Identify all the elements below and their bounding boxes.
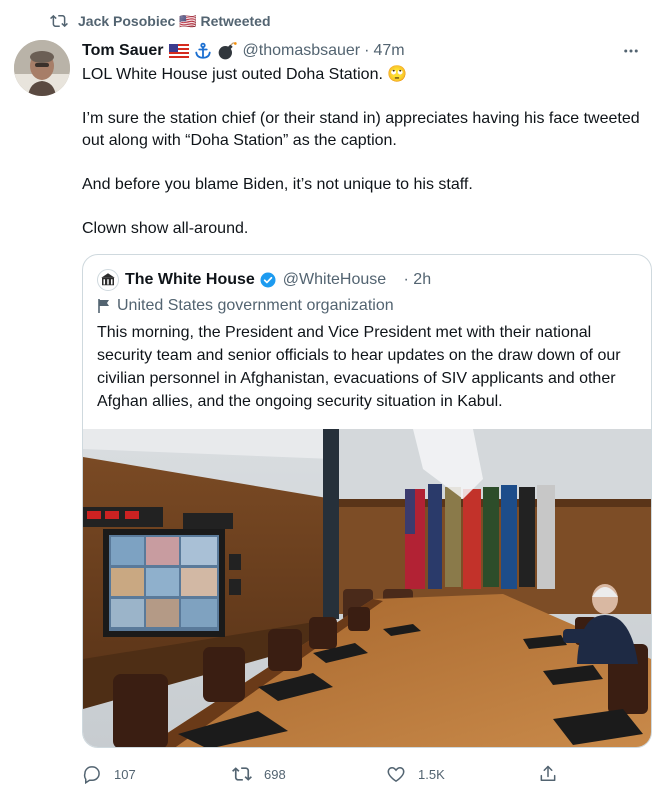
bomb-icon bbox=[217, 41, 237, 61]
retweeted-by-header[interactable]: Jack Posobiec 🇺🇸 Retweeted bbox=[50, 12, 271, 30]
tweet-paragraph: And before you blame Biden, it’s not uni… bbox=[82, 176, 473, 193]
quoted-separator: · 2h bbox=[403, 271, 432, 288]
action-bar: 107 698 1.5K bbox=[72, 762, 572, 786]
avatar-photo bbox=[14, 40, 70, 96]
like-count: 1.5K bbox=[418, 766, 445, 782]
like-button[interactable]: 1.5K bbox=[386, 762, 445, 786]
tweet-paragraph: LOL White House just outed Doha Station.… bbox=[82, 66, 408, 83]
quoted-tweet-text: This morning, the President and Vice Pre… bbox=[97, 324, 621, 410]
retweet-icon bbox=[50, 14, 68, 28]
separator-dot: · bbox=[364, 42, 370, 59]
quoted-display-name[interactable]: The White House bbox=[125, 271, 255, 289]
quoted-avatar[interactable] bbox=[97, 269, 119, 291]
quoted-tweet-header: The White House @WhiteHouse · 2h bbox=[97, 269, 431, 291]
display-name[interactable]: Tom Sauer bbox=[82, 42, 164, 60]
anchor-icon bbox=[194, 42, 212, 60]
share-button[interactable] bbox=[538, 762, 558, 786]
retweet-count: 698 bbox=[264, 766, 286, 782]
more-icon[interactable] bbox=[620, 40, 642, 62]
share-icon bbox=[540, 765, 556, 781]
flag-us-icon bbox=[168, 44, 189, 58]
tweet-header: Tom Sauer @thomasbsauer · 47m bbox=[82, 40, 644, 62]
retweet-icon bbox=[232, 767, 252, 781]
tweet-paragraph: Clown show all-around. bbox=[82, 220, 249, 237]
quoted-timestamp: 2h bbox=[413, 271, 432, 288]
government-label-text: United States government organization bbox=[117, 297, 394, 314]
reply-count: 107 bbox=[114, 766, 136, 782]
quoted-tweet[interactable]: The White House @WhiteHouse · 2h United … bbox=[82, 254, 652, 748]
like-icon bbox=[387, 766, 405, 782]
quoted-handle: @WhiteHouse bbox=[282, 271, 387, 288]
government-label[interactable]: United States government organization bbox=[97, 297, 394, 315]
retweeted-by-text: Jack Posobiec 🇺🇸 Retweeted bbox=[78, 12, 271, 29]
avatar[interactable] bbox=[14, 40, 70, 96]
timestamp[interactable]: 47m bbox=[373, 42, 404, 60]
reply-button[interactable]: 107 bbox=[82, 762, 136, 786]
reply-icon bbox=[83, 766, 100, 784]
situation-room-photo[interactable] bbox=[83, 429, 651, 748]
tweet-text: LOL White House just outed Doha Station.… bbox=[82, 64, 642, 262]
tweet-paragraph: I’m sure the station chief (or their sta… bbox=[82, 110, 640, 149]
government-flag-icon bbox=[98, 299, 109, 313]
retweet-button[interactable]: 698 bbox=[232, 762, 286, 786]
handle[interactable]: @thomasbsauer bbox=[243, 42, 361, 60]
verified-badge-icon bbox=[259, 271, 277, 289]
